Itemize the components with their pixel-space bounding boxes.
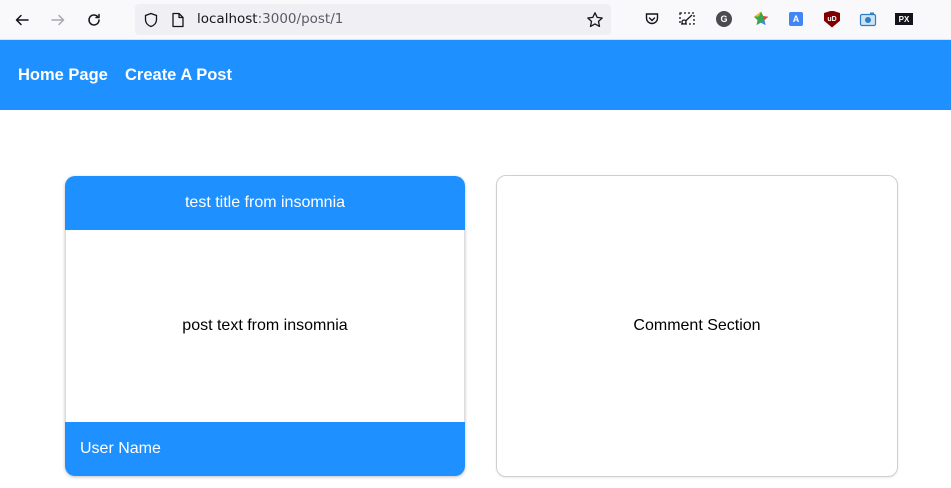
g-badge: G	[716, 11, 732, 27]
camera-extension-icon[interactable]	[859, 10, 877, 28]
bookmark-star-icon[interactable]	[586, 11, 604, 29]
ublock-badge: uD	[824, 10, 840, 28]
grammar-extension-icon[interactable]: G	[715, 10, 733, 28]
comment-section-label: Comment Section	[633, 317, 761, 334]
pocket-icon[interactable]	[643, 10, 661, 28]
address-bar[interactable]: localhost:3000/post/1	[135, 4, 611, 35]
back-button[interactable]	[10, 8, 34, 32]
page-icon	[172, 12, 184, 28]
post-card: test title from insomnia post text from …	[65, 176, 465, 476]
comment-section: Comment Section	[496, 175, 898, 477]
url-host: localhost	[197, 11, 258, 27]
create-post-link[interactable]: Create A Post	[125, 66, 232, 85]
px-badge: PX	[895, 13, 913, 25]
post-text: post text from insomnia	[65, 230, 465, 422]
app-navbar: Home Page Create A Post	[0, 40, 951, 110]
px-extension-icon[interactable]: PX	[895, 10, 913, 28]
home-page-link[interactable]: Home Page	[18, 66, 108, 85]
translate-badge: A	[789, 12, 803, 26]
shield-icon[interactable]	[143, 12, 159, 28]
arrow-left-icon	[15, 14, 29, 26]
ublock-extension-icon[interactable]: uD	[823, 10, 841, 28]
screenshot-icon[interactable]	[678, 10, 696, 28]
url-text[interactable]: localhost:3000/post/1	[197, 11, 343, 28]
arrow-right-icon	[51, 14, 65, 26]
post-title: test title from insomnia	[65, 176, 465, 230]
reload-icon	[88, 13, 100, 26]
colorful-star-extension-icon[interactable]	[752, 10, 770, 28]
post-username: User Name	[65, 422, 465, 476]
forward-button[interactable]	[46, 8, 70, 32]
translate-extension-icon[interactable]: A	[787, 10, 805, 28]
browser-toolbar: localhost:3000/post/1 G A uD PX	[0, 0, 951, 40]
reload-button[interactable]	[82, 8, 106, 32]
url-path: :3000/post/1	[257, 11, 344, 27]
